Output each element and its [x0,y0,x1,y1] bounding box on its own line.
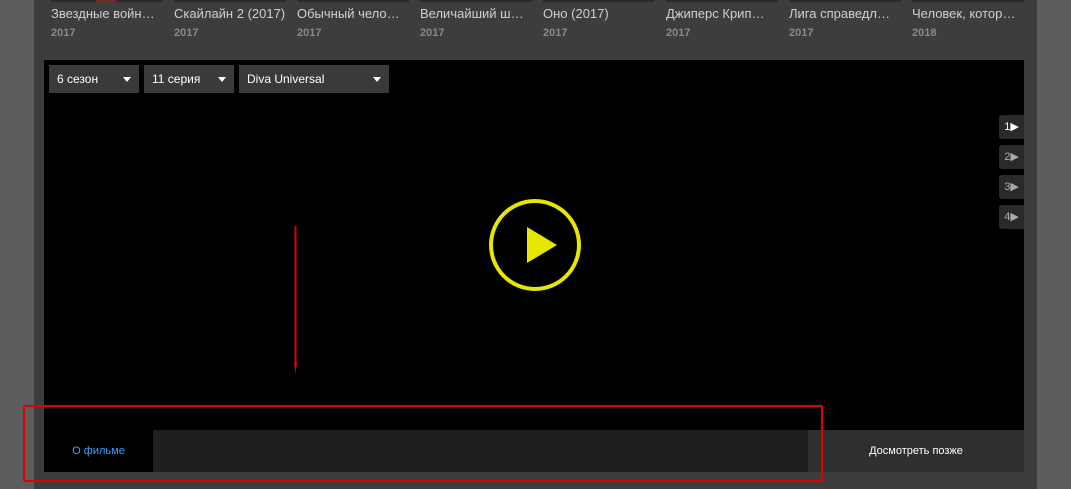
season-select-value: 6 сезон [57,72,99,86]
page: Звездные войн… 2017 Скайлайн 2 (2017) 20… [0,0,1071,489]
movie-title[interactable]: Лига справедл… [789,6,901,21]
movie-title[interactable]: Обычный чело… [297,6,409,21]
part-button-4[interactable]: 4▶ [999,205,1024,229]
movie-thumbnail[interactable] [666,0,778,2]
movie-thumbnail[interactable] [51,0,163,2]
movie-year: 2017 [789,27,814,39]
related-movie-item[interactable]: Обычный чело… 2017 [297,0,409,50]
movie-thumbnail[interactable] [297,0,409,2]
watch-later-button[interactable]: Досмотреть позже [808,430,1024,472]
voice-select-value: Diva Universal [247,72,325,86]
episode-select-value: 11 серия [152,72,201,86]
chevron-down-icon [373,77,381,82]
related-movie-item[interactable]: Величайший ш… 2017 [420,0,532,50]
movie-year: 2017 [174,27,199,39]
movie-thumbnail[interactable] [789,0,901,2]
episode-select[interactable]: 11 серия [144,65,234,93]
movie-title[interactable]: Человек, котор… [912,6,1024,21]
annotation-arrow-icon [294,226,297,374]
play-icon [527,227,557,263]
movie-title[interactable]: Величайший ш… [420,6,532,21]
movie-thumbnail[interactable] [174,0,286,2]
related-movie-item[interactable]: Оно (2017) 2017 [543,0,655,50]
movie-year: 2017 [297,27,322,39]
movie-year: 2018 [912,27,937,39]
movie-title[interactable]: Звездные войн… [51,6,163,21]
related-movies-strip: Звездные войн… 2017 Скайлайн 2 (2017) 20… [51,0,1031,50]
related-movie-item[interactable]: Скайлайн 2 (2017) 2017 [174,0,286,50]
movie-thumbnail[interactable] [543,0,655,2]
chevron-down-icon [123,77,131,82]
chevron-down-icon [218,77,226,82]
related-movie-item[interactable]: Лига справедл… 2017 [789,0,901,50]
related-movie-item[interactable]: Человек, котор… 2018 [912,0,1024,50]
voice-select[interactable]: Diva Universal [239,65,389,93]
part-button-2[interactable]: 2▶ [999,145,1024,169]
movie-title[interactable]: Джиперс Крип… [666,6,778,21]
movie-title[interactable]: Скайлайн 2 (2017) [174,6,286,21]
annotation-highlight-box [23,405,823,482]
related-movie-item[interactable]: Джиперс Крип… 2017 [666,0,778,50]
movie-year: 2017 [666,27,691,39]
season-select[interactable]: 6 сезон [49,65,139,93]
play-button[interactable] [489,199,581,291]
movie-year: 2017 [420,27,445,39]
movie-thumbnail[interactable] [912,0,1024,2]
right-background [1037,0,1071,489]
related-movie-item[interactable]: Звездные войн… 2017 [51,0,163,50]
movie-year: 2017 [543,27,568,39]
part-button-1[interactable]: 1▶ [999,115,1024,139]
movie-year: 2017 [51,27,76,39]
movie-title[interactable]: Оно (2017) [543,6,655,21]
movie-thumbnail[interactable] [420,0,532,2]
part-button-3[interactable]: 3▶ [999,175,1024,199]
